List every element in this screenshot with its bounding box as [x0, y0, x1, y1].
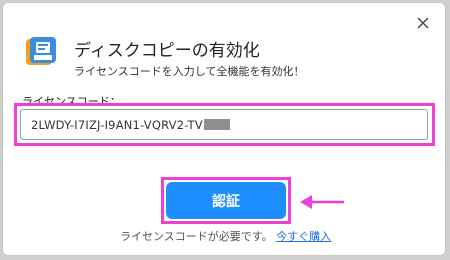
dialog-subtitle: ライセンスコードを入力して全機能を有効化！	[74, 65, 305, 78]
dialog-title: ディスクコピーの有効化	[74, 41, 260, 61]
license-code-input[interactable]: 2LWDY-I7IZJ-I9AN1-VQRV2-TV	[20, 109, 428, 140]
close-icon[interactable]	[415, 15, 431, 31]
disk-copy-app-icon	[26, 37, 56, 65]
license-code-value: 2LWDY-I7IZJ-I9AN1-VQRV2-TV	[31, 117, 203, 132]
license-required-text: ライセンスコードが必要です。	[120, 230, 273, 243]
redacted-code-mask	[203, 119, 230, 130]
buy-now-link[interactable]: 今すぐ購入	[276, 230, 331, 243]
left-arrow-icon	[300, 195, 344, 209]
activate-button[interactable]: 認証	[166, 182, 286, 219]
license-footer: ライセンスコードが必要です。 今すぐ購入	[120, 228, 331, 244]
